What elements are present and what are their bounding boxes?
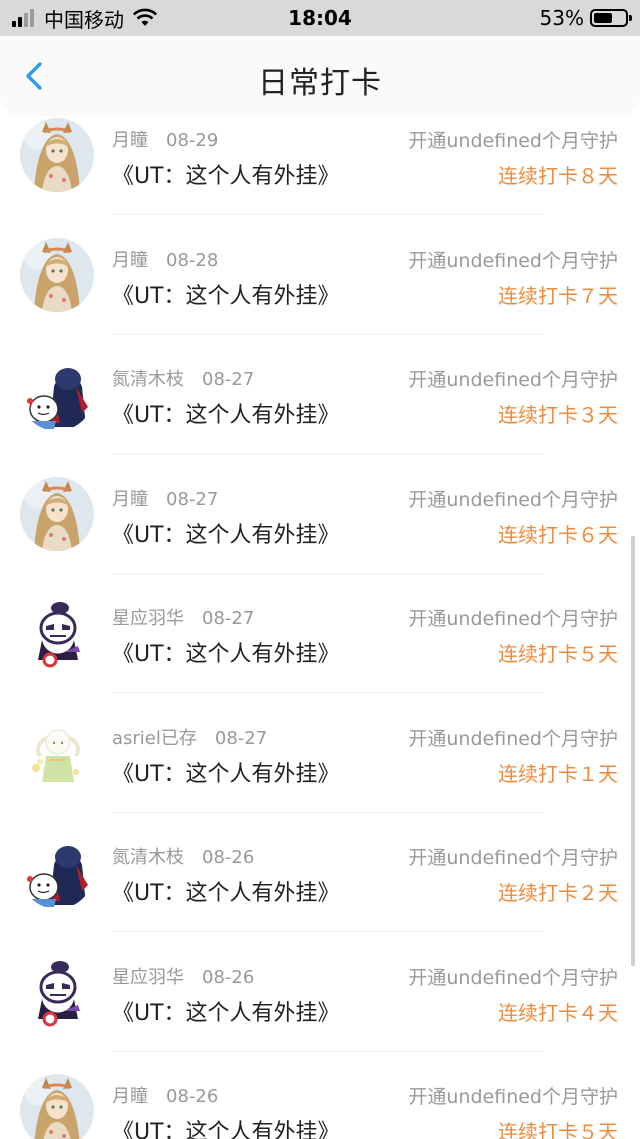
checkin-date: 08-29: [166, 130, 219, 151]
user-meta: 月瞳 08-28: [112, 246, 218, 272]
guard-status: 开通undefined个月守护: [408, 488, 618, 511]
row-divider: [112, 692, 544, 693]
book-title[interactable]: 《UT：这个人有外挂》: [112, 875, 340, 907]
avatar[interactable]: [20, 954, 94, 1029]
status-bar: 中国移动 18:04 53%: [0, 0, 640, 36]
checkin-row[interactable]: 月瞳 08-27 开通undefined个月守护 《UT：这个人有外挂》 连续打卡…: [0, 475, 640, 595]
streak-label: 连续打卡７天: [498, 283, 618, 308]
row-divider: [112, 1050, 544, 1052]
checkin-date: 08-27: [202, 608, 255, 629]
avatar[interactable]: [20, 1074, 94, 1139]
book-title[interactable]: 《UT：这个人有外挂》: [112, 756, 340, 788]
scrollbar[interactable]: [631, 536, 635, 966]
checkin-row[interactable]: 氮清木枝 08-26 开通undefined个月守护 《UT：这个人有外挂》 连续…: [0, 833, 640, 953]
guard-status: 开通undefined个月守护: [408, 608, 618, 630]
streak-label: 连续打卡２天: [498, 881, 618, 905]
book-title[interactable]: 《UT：这个人有外挂》: [112, 397, 340, 429]
book-title[interactable]: 《UT：这个人有外挂》: [112, 517, 340, 549]
checkin-row[interactable]: 星应羽华 08-27 开通undefined个月守护 《UT：这个人有外挂》 连续…: [0, 594, 640, 714]
guard-status: 开通undefined个月守护: [408, 369, 618, 391]
checkin-date: 08-26: [166, 1086, 219, 1107]
avatar[interactable]: [20, 715, 94, 790]
username[interactable]: 星应羽华: [112, 608, 184, 629]
streak-label: 连续打卡６天: [498, 522, 618, 547]
guard-status: 开通undefined个月守护: [408, 130, 618, 152]
user-meta: 月瞳 08-26: [112, 1082, 218, 1108]
user-meta: 氮清木枝 08-26: [112, 843, 254, 869]
guard-status: 开通undefined个月守护: [408, 966, 618, 989]
row-divider: [112, 453, 544, 454]
row-divider: [112, 811, 544, 813]
row-divider: [112, 333, 544, 335]
streak-label: 连续打卡５天: [498, 642, 618, 666]
streak-label: 连续打卡３天: [498, 403, 618, 427]
streak-label: 连续打卡５天: [498, 1120, 618, 1139]
book-title[interactable]: 《UT：这个人有外挂》: [112, 636, 340, 668]
username[interactable]: asriel已存: [112, 728, 197, 749]
username[interactable]: 星应羽华: [112, 967, 184, 988]
user-meta: 星应羽华 08-26: [112, 963, 254, 989]
checkin-date: 08-28: [166, 249, 219, 271]
user-meta: 星应羽华 08-27: [112, 604, 254, 630]
checkin-date: 08-27: [214, 727, 268, 749]
book-title[interactable]: 《UT：这个人有外挂》: [112, 158, 340, 190]
book-title[interactable]: 《UT：这个人有外挂》: [112, 278, 340, 310]
guard-status: 开通undefined个月守护: [408, 1086, 618, 1108]
battery-percent: 53%: [539, 6, 584, 30]
username[interactable]: 氮清木枝: [112, 847, 184, 868]
book-title[interactable]: 《UT：这个人有外挂》: [112, 1114, 340, 1139]
checkin-list: 月瞳 08-29 开通undefined个月守护 《UT：这个人有外挂》 连续打卡…: [0, 116, 640, 1139]
user-meta: 月瞳 08-27: [112, 485, 218, 511]
username[interactable]: 月瞳: [112, 489, 148, 510]
username[interactable]: 月瞳: [112, 1086, 148, 1107]
checkin-date: 08-27: [166, 488, 219, 510]
checkin-row[interactable]: 月瞳 08-29 开通undefined个月守护 《UT：这个人有外挂》 连续打卡…: [0, 116, 640, 236]
row-divider: [112, 214, 544, 215]
avatar[interactable]: [20, 596, 94, 670]
battery-icon: [590, 9, 632, 27]
user-meta: 氮清木枝 08-27: [112, 365, 254, 391]
checkin-row[interactable]: asriel已存 08-27 开通undefined个月守护 《UT：这个人有外挂…: [0, 714, 640, 834]
username[interactable]: 月瞳: [112, 250, 148, 271]
streak-label: 连续打卡４天: [498, 1000, 618, 1025]
avatar[interactable]: [20, 476, 94, 551]
checkin-date: 08-26: [202, 966, 255, 988]
nav-bar: 日常打卡: [0, 36, 640, 116]
page-title: 日常打卡: [258, 66, 382, 101]
checkin-row[interactable]: 氮清木枝 08-27 开通undefined个月守护 《UT：这个人有外挂》 连续…: [0, 355, 640, 475]
book-title[interactable]: 《UT：这个人有外挂》: [112, 995, 340, 1027]
checkin-date: 08-27: [202, 369, 255, 390]
row-divider: [112, 931, 544, 932]
avatar[interactable]: [20, 237, 94, 312]
username[interactable]: 月瞳: [112, 130, 148, 151]
avatar[interactable]: [20, 835, 94, 909]
guard-status: 开通undefined个月守护: [408, 249, 618, 272]
status-right: 53%: [539, 6, 632, 30]
user-meta: asriel已存 08-27: [112, 724, 267, 750]
streak-label: 连续打卡１天: [498, 761, 618, 786]
avatar[interactable]: [20, 357, 94, 431]
streak-label: 连续打卡８天: [498, 164, 618, 188]
username[interactable]: 氮清木枝: [112, 369, 184, 390]
checkin-date: 08-26: [202, 847, 255, 868]
guard-status: 开通undefined个月守护: [408, 847, 618, 869]
user-meta: 月瞳 08-29: [112, 126, 218, 152]
checkin-row[interactable]: 月瞳 08-26 开通undefined个月守护 《UT：这个人有外挂》 连续打卡…: [0, 1072, 640, 1139]
checkin-row[interactable]: 星应羽华 08-26 开通undefined个月守护 《UT：这个人有外挂》 连续…: [0, 953, 640, 1073]
row-divider: [112, 572, 544, 574]
checkin-row[interactable]: 月瞳 08-28 开通undefined个月守护 《UT：这个人有外挂》 连续打卡…: [0, 236, 640, 356]
guard-status: 开通undefined个月守护: [408, 727, 618, 750]
avatar[interactable]: [20, 118, 94, 192]
